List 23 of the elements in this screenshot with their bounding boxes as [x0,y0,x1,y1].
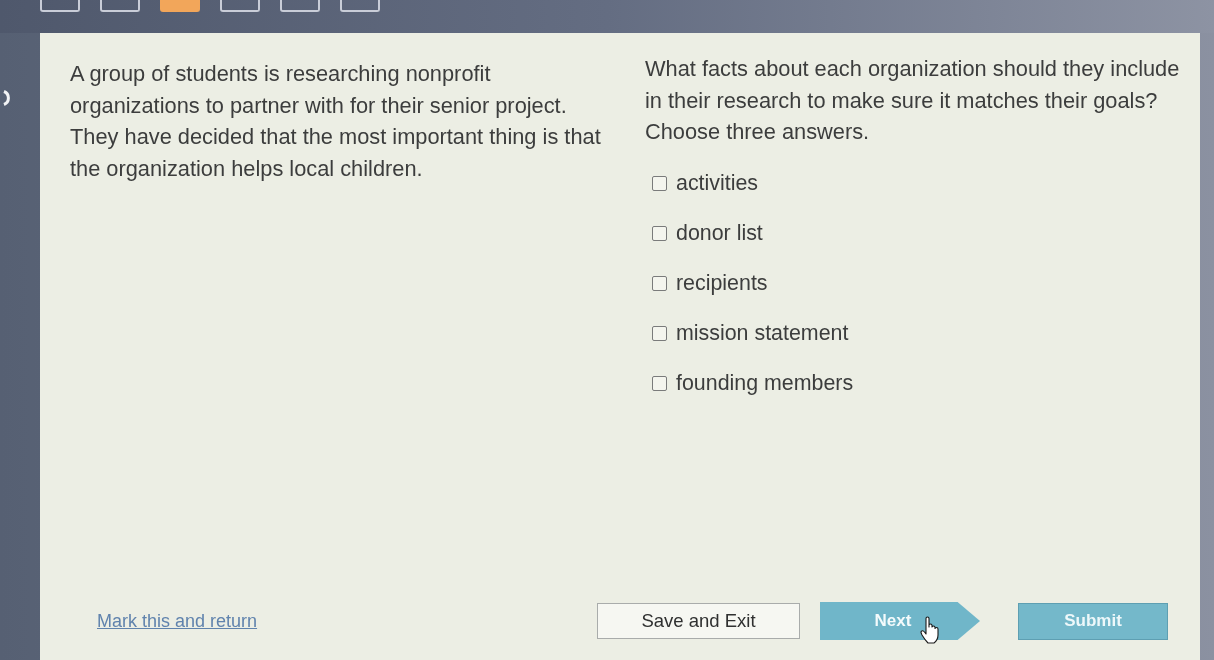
choice-label: activities [676,171,759,196]
passage-text: A group of students is researching nonprofit organizations to partner with for their senior project. They have decided that the most important thing is that the organization helps local children. [70,60,602,183]
question-instruction: Choose three answers. [645,118,871,146]
question-tab[interactable] [100,0,140,12]
answer-checkbox[interactable] [652,326,667,341]
answer-checkbox[interactable] [652,276,667,291]
mark-and-return-link[interactable]: Mark this and return [97,610,258,632]
choice-label: mission statement [676,321,849,346]
question-prompt: What facts about each organization should they include in their research to make sure it matches their goals? [645,55,1181,115]
question-tab[interactable] [280,0,320,12]
choice-label: donor list [676,221,763,246]
hand-pointer-icon [920,616,940,644]
question-tab[interactable] [340,0,380,12]
choice-label: founding members [676,371,854,396]
save-and-exit-button[interactable]: Save and Exit [597,603,800,639]
submit-button[interactable]: Submit [1018,602,1168,640]
answer-checkbox[interactable] [652,176,667,191]
answer-checkbox[interactable] [652,376,667,391]
choice-label: recipients [676,271,768,296]
question-tab[interactable] [40,0,80,12]
answer-checkbox[interactable] [652,226,667,241]
next-button[interactable]: Next [820,602,980,640]
question-tab[interactable] [220,0,260,12]
